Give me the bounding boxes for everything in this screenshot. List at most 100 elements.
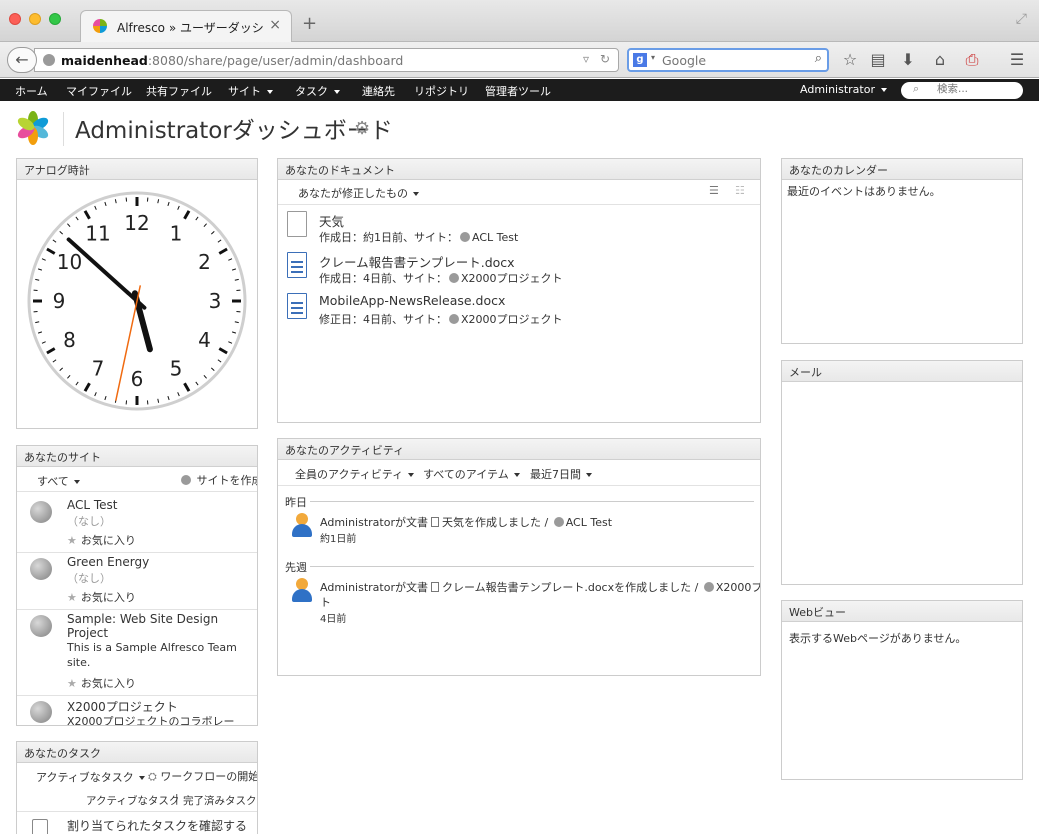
browser-search-input[interactable] xyxy=(662,51,802,69)
favorite-toggle[interactable]: ★ お気に入り xyxy=(67,589,136,605)
analog-clock: 12 12 3 45 6 78 9 1011 xyxy=(27,191,247,411)
calendar-empty-message: 最近のイベントはありません。 xyxy=(787,185,941,198)
divider xyxy=(17,811,257,812)
mail-dashlet: メール xyxy=(781,360,1023,585)
dashlet-title: あなたのサイト xyxy=(17,446,257,467)
sites-filter[interactable]: すべて xyxy=(37,473,80,489)
close-window-button[interactable] xyxy=(9,13,21,25)
home-icon[interactable]: ⌂ xyxy=(930,50,950,69)
active-tasks-link[interactable]: アクティブなタスク xyxy=(86,793,179,808)
url-text[interactable]: maidenhead:8080/share/page/user/admin/da… xyxy=(61,53,403,68)
activity-date-filter[interactable]: 最近7日間 xyxy=(530,466,592,482)
word-doc-icon xyxy=(287,293,307,319)
divider xyxy=(17,695,257,696)
fullscreen-icon[interactable]: ⤢ xyxy=(1016,11,1027,27)
activity-item-filter[interactable]: すべてのアイテム xyxy=(423,466,520,482)
url-bar[interactable]: maidenhead:8080/share/page/user/admin/da… xyxy=(34,48,619,72)
url-dropdown-icon[interactable]: ▿ xyxy=(583,52,589,66)
tasks-filter[interactable]: アクティブなタスク xyxy=(36,769,145,785)
activity-site-link-continued[interactable]: ト xyxy=(320,594,331,610)
nav-people[interactable]: 連絡先 xyxy=(362,83,395,99)
google-engine-icon[interactable]: g xyxy=(633,53,647,67)
app-search-box[interactable]: ⌕ xyxy=(901,82,1023,99)
minimize-window-button[interactable] xyxy=(29,13,41,25)
clock-number: 12 xyxy=(124,211,149,235)
new-tab-icon[interactable]: + xyxy=(302,13,317,34)
favorite-toggle[interactable]: ★ お気に入り xyxy=(67,675,136,691)
workflow-icon: ⛭ xyxy=(148,770,157,783)
activity-user-link[interactable]: Administratorが文書 xyxy=(320,516,428,529)
dashlet-title: メール xyxy=(782,361,1022,382)
browser-tab[interactable]: Alfresco » ユーザーダッシ… × xyxy=(80,10,292,42)
engine-dropdown-icon[interactable]: ▾ xyxy=(651,53,655,62)
sites-dashlet: あなたのサイト すべて サイトを作成 ACL Test （なし） ★ お気に入り … xyxy=(16,445,258,726)
nav-repository[interactable]: リポジトリ xyxy=(414,83,469,99)
activity-user-link[interactable]: Administratorが文書 xyxy=(320,581,428,594)
search-icon[interactable]: ⌕ xyxy=(815,51,822,66)
bookmark-star-icon[interactable]: ☆ xyxy=(840,50,860,69)
gear-icon[interactable]: ⚙ xyxy=(354,118,370,139)
favorite-toggle[interactable]: ★ お気に入り xyxy=(67,532,136,548)
start-workflow-button[interactable]: ⛭ ワークフローの開始 xyxy=(148,768,257,784)
browser-search-bar[interactable]: g ▾ ⌕ xyxy=(627,48,829,72)
task-item[interactable]: 割り当てられたタスクを確認する xyxy=(67,817,247,834)
simple-view-icon[interactable]: ☰ xyxy=(709,184,719,197)
menu-icon[interactable]: ☰ xyxy=(1007,50,1027,69)
detailed-view-icon[interactable]: ☷ xyxy=(735,184,745,197)
document-meta: 作成日：4日前、サイト： X2000プロジェクト xyxy=(319,272,563,285)
document-name[interactable]: MobileApp-NewsRelease.docx xyxy=(319,293,505,308)
webview-dashlet: Webビュー 表示するWebページがありません。 xyxy=(781,600,1023,780)
nav-sites[interactable]: サイト xyxy=(228,83,273,99)
completed-tasks-link[interactable]: 完了済みタスク xyxy=(183,793,257,808)
link-separator: | xyxy=(175,793,179,805)
activity-text: Administratorが文書 クレーム報告書テンプレート.docxを作成しまし… xyxy=(320,579,760,595)
nav-tasks[interactable]: タスク xyxy=(295,83,340,99)
tab-title: Alfresco » ユーザーダッシ… xyxy=(117,21,265,35)
tab-close-icon[interactable]: × xyxy=(269,17,281,33)
downloads-icon[interactable]: ⬇ xyxy=(898,50,918,69)
pdf-icon[interactable]: ⎙ xyxy=(962,50,982,70)
dashlet-title: あなたのドキュメント xyxy=(278,159,760,180)
clock-number: 9 xyxy=(53,289,66,313)
browser-toolbar: maidenhead:8080/share/page/user/admin/da… xyxy=(0,42,1039,78)
site-description: （なし） xyxy=(67,572,111,585)
chevron-down-icon xyxy=(513,473,520,477)
reading-list-icon[interactable]: ▤ xyxy=(868,50,888,69)
user-avatar xyxy=(291,578,313,602)
app-search-input[interactable] xyxy=(937,83,1017,95)
document-site-link[interactable]: ACL Test xyxy=(472,231,518,244)
nav-shared-files[interactable]: 共有ファイル xyxy=(146,83,212,99)
activity-site-link[interactable]: ACL Test xyxy=(566,516,612,529)
site-globe-icon xyxy=(30,558,52,580)
page-title: Administratorダッシュボード xyxy=(75,118,393,144)
dashlet-title: あなたのアクティビティ xyxy=(278,439,760,460)
clock-number: 3 xyxy=(209,289,222,313)
documents-filter[interactable]: あなたが修正したもの xyxy=(298,185,419,201)
zoom-window-button[interactable] xyxy=(49,13,61,25)
site-name[interactable]: ACL Test xyxy=(67,498,118,512)
user-menu[interactable]: Administrator xyxy=(800,83,887,96)
site-identity-icon[interactable] xyxy=(43,54,55,66)
create-site-button[interactable]: サイトを作成 xyxy=(179,472,257,488)
browser-titlebar: Alfresco » ユーザーダッシ… × + ⤢ xyxy=(0,0,1039,42)
site-name[interactable]: Green Energy xyxy=(67,555,149,569)
reload-icon[interactable]: ↻ xyxy=(600,52,610,66)
chevron-down-icon xyxy=(334,90,340,94)
back-button[interactable]: ← xyxy=(7,47,37,73)
activity-site-link[interactable]: X2000プロジェク xyxy=(716,581,760,594)
blank-doc-icon xyxy=(287,211,307,237)
activity-user-filter[interactable]: 全員のアクティビティ xyxy=(295,466,415,482)
nav-admin-tools[interactable]: 管理者ツール xyxy=(485,83,551,99)
site-name[interactable]: Sample: Web Site Design xyxy=(67,612,218,626)
nav-my-files[interactable]: マイファイル xyxy=(66,83,132,99)
globe-icon xyxy=(553,517,564,527)
chevron-down-icon xyxy=(413,192,419,196)
clock-number: 4 xyxy=(198,328,211,352)
site-name-continued[interactable]: Project xyxy=(67,626,108,640)
nav-home[interactable]: ホーム xyxy=(15,83,48,99)
document-site-link[interactable]: X2000プロジェクト xyxy=(461,313,563,326)
document-name[interactable]: クレーム報告書テンプレート.docx xyxy=(319,252,515,271)
document-name[interactable]: 天気 xyxy=(319,211,344,230)
globe-icon xyxy=(181,475,191,485)
document-site-link[interactable]: X2000プロジェクト xyxy=(461,272,563,285)
